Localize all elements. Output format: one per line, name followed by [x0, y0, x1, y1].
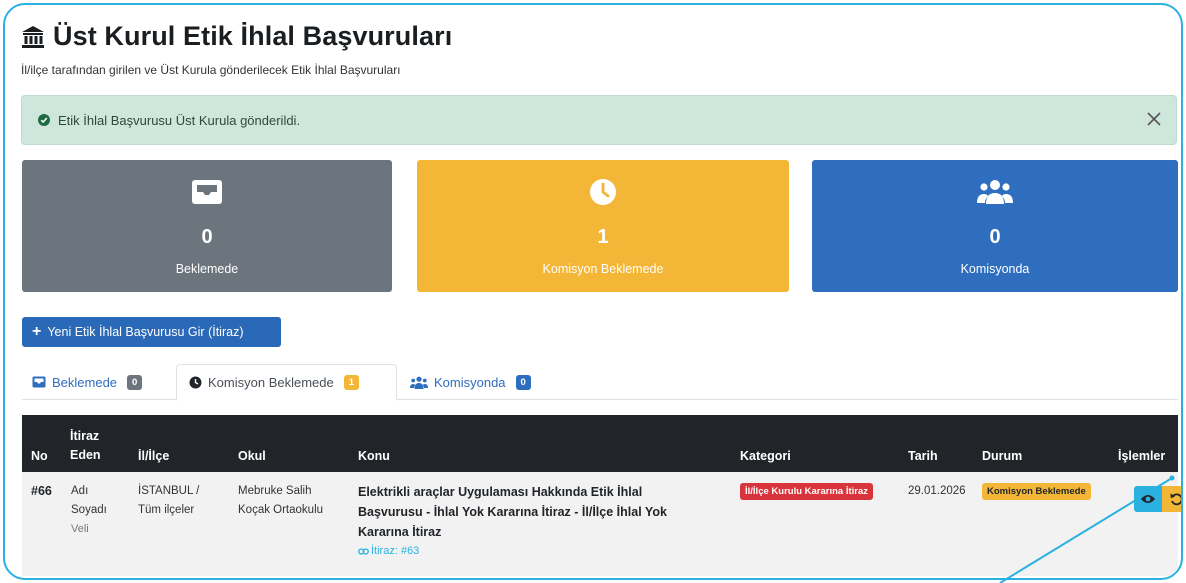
- success-alert: Etik İhlal Başvurusu Üst Kurula gönderil…: [21, 95, 1177, 145]
- row-okul: Mebruke Salih Koçak Ortaokulu: [238, 482, 323, 520]
- row-konu-line: Kararına İtiraz: [358, 525, 442, 539]
- table-header: No İtiraz Eden İl/İlçe Okul Konu Kategor…: [22, 415, 1178, 472]
- status-badge: Komisyon Beklemede: [982, 483, 1091, 500]
- applicant-name: Adı: [71, 485, 89, 497]
- new-application-button[interactable]: + Yeni Etik İhlal Başvurusu Gir (İtiraz): [22, 317, 281, 347]
- check-circle-icon: [38, 114, 50, 126]
- itiraz-link-label: İtiraz: #63: [371, 545, 420, 557]
- category-badge: İl/İlçe Kurulu Kararına İtiraz: [740, 483, 874, 500]
- inbox-icon: [32, 376, 46, 388]
- stat-card-beklemede[interactable]: 0 Beklemede: [22, 160, 392, 292]
- inbox-icon: [192, 180, 222, 204]
- itiraz-link[interactable]: İtiraz: #63: [358, 542, 667, 561]
- column-header-il-ilce: İl/İlçe: [138, 449, 170, 463]
- column-header-kategori: Kategori: [740, 449, 791, 463]
- close-icon[interactable]: [1144, 108, 1164, 130]
- stat-count: 1: [597, 226, 609, 248]
- stat-card-komisyonda[interactable]: 0 Komisyonda: [812, 160, 1178, 292]
- column-header-itiraz-eden: İtiraz Eden: [70, 427, 101, 465]
- row-itiraz-eden: Adı Soyadı Veli: [71, 482, 107, 539]
- page-subtitle: İl/ilçe tarafından girilen ve Üst Kurula…: [21, 63, 401, 77]
- new-application-label: Yeni Etik İhlal Başvurusu Gir (İtiraz): [47, 325, 244, 339]
- tab-label: Beklemede: [52, 374, 118, 390]
- plus-icon: +: [32, 323, 42, 340]
- undo-icon: [1170, 493, 1181, 506]
- stat-label: Beklemede: [175, 262, 239, 276]
- status-tabs: Beklemede 0 Komisyon Beklemede 1 Komisyo…: [22, 364, 1178, 401]
- tab-badge: 0: [515, 374, 531, 390]
- stat-count: 0: [989, 226, 1001, 248]
- row-tarih: 29.01.2026: [908, 485, 966, 497]
- column-header-no: No: [31, 449, 48, 463]
- tab-badge: 1: [343, 375, 360, 390]
- applicant-role: Veli: [71, 523, 89, 535]
- page-header: Üst Kurul Etik İhlal Başvuruları: [21, 21, 452, 52]
- row-okul-line: Koçak Ortaokulu: [238, 504, 324, 516]
- column-header-okul: Okul: [238, 449, 266, 463]
- page-content: Üst Kurul Etik İhlal Başvuruları İl/ilçe…: [19, 5, 1181, 578]
- row-durum: Komisyon Beklemede: [982, 482, 1091, 501]
- column-header-line: Eden: [70, 448, 101, 462]
- row-no: #66: [31, 484, 52, 498]
- tab-komisyonda[interactable]: Komisyonda 0: [410, 364, 531, 400]
- row-konu: Elektrikli araçlar Uygulaması Hakkında E…: [358, 482, 667, 561]
- stat-card-komisyon-beklemede[interactable]: 1 Komisyon Beklemede: [417, 160, 789, 292]
- row-konu-line: Başvurusu - İhlal Yok Kararına İtiraz - …: [358, 505, 667, 519]
- tab-badge: 0: [127, 374, 143, 390]
- users-icon: [410, 376, 428, 389]
- table-row: #66 Adı Soyadı Veli İSTANBUL / Tüm ilçel…: [22, 472, 1181, 576]
- row-okul-line: Mebruke Salih: [238, 485, 312, 497]
- row-ilce: Tüm ilçeler: [138, 504, 195, 516]
- stat-label: Komisyonda: [960, 262, 1030, 276]
- bank-icon: [22, 25, 44, 48]
- column-header-konu: Konu: [358, 449, 390, 463]
- tab-komisyon-beklemede[interactable]: Komisyon Beklemede 1: [176, 364, 397, 401]
- row-konu-line: Elektrikli araçlar Uygulaması Hakkında E…: [358, 485, 643, 499]
- stat-count: 0: [201, 226, 213, 248]
- tab-label: Komisyonda: [434, 374, 506, 390]
- view-button[interactable]: [1134, 486, 1162, 512]
- page-title: Üst Kurul Etik İhlal Başvuruları: [53, 21, 453, 51]
- stat-label: Komisyon Beklemede: [542, 262, 664, 276]
- applicant-surname: Soyadı: [71, 504, 107, 516]
- clock-icon: [590, 179, 616, 205]
- eye-icon: [1141, 495, 1155, 503]
- column-header-durum: Durum: [982, 449, 1023, 463]
- tab-label: Komisyon Beklemede: [208, 375, 334, 390]
- column-header-tarih: Tarih: [908, 449, 938, 463]
- column-header-islemler: İşlemler: [1118, 449, 1166, 463]
- row-il: İSTANBUL /: [138, 485, 200, 497]
- row-kategori: İl/İlçe Kurulu Kararına İtiraz: [740, 482, 874, 501]
- clock-icon: [189, 376, 202, 389]
- tab-beklemede[interactable]: Beklemede 0: [32, 364, 143, 400]
- screenshot-frame: Üst Kurul Etik İhlal Başvuruları İl/ilçe…: [3, 3, 1183, 580]
- users-icon: [977, 180, 1013, 204]
- link-icon: [358, 548, 369, 555]
- row-il-ilce: İSTANBUL / Tüm ilçeler: [138, 482, 199, 520]
- alert-message: Etik İhlal Başvurusu Üst Kurula gönderil…: [58, 112, 301, 128]
- column-header-line: İtiraz: [70, 429, 100, 443]
- undo-button[interactable]: [1162, 486, 1181, 512]
